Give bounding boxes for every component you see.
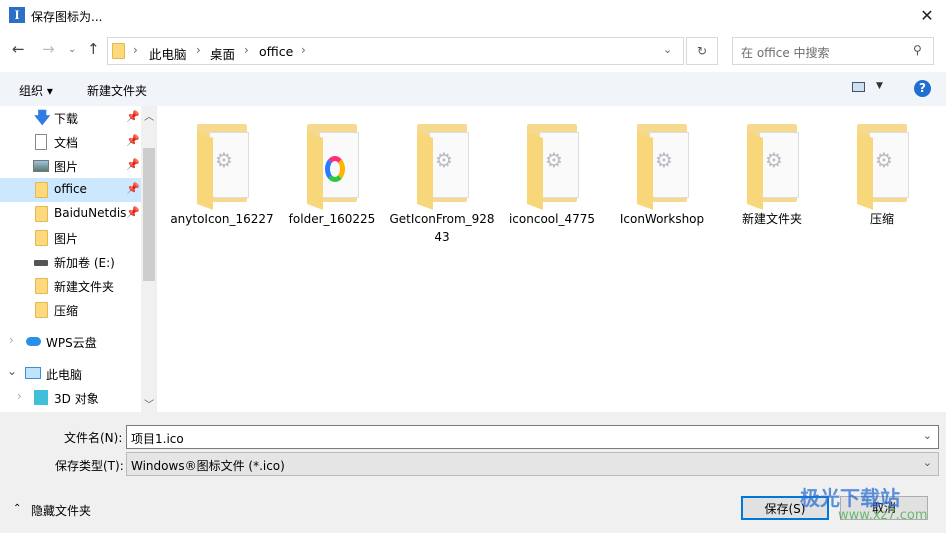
scroll-up-icon[interactable]: ︿: [144, 108, 154, 123]
pin-icon: 📌: [126, 206, 140, 219]
recent-dropdown-button[interactable]: ⌄: [68, 44, 76, 55]
nav-item-baidunetdisk[interactable]: BaiduNetdisk 📌: [0, 202, 141, 226]
search-input[interactable]: 在 office 中搜索 ⚲: [732, 37, 934, 65]
up-button[interactable]: ↑: [87, 40, 100, 58]
folder-icon: [35, 278, 48, 294]
address-dropdown-icon[interactable]: ⌄: [663, 43, 672, 56]
gear-icon: ⚙: [215, 148, 233, 172]
filename-input[interactable]: 项目1.ico ⌄: [126, 425, 939, 449]
breadcrumb-office[interactable]: office: [259, 44, 293, 59]
folder-icon: ⚙: [417, 122, 469, 210]
view-icon[interactable]: [852, 82, 865, 92]
chevron-down-icon[interactable]: ⌄: [923, 456, 932, 469]
expand-icon[interactable]: ›: [9, 333, 14, 347]
nav-item-drive-e[interactable]: 新加卷 (E:): [0, 250, 141, 274]
color-ring-icon: [325, 156, 345, 182]
nav-item-3d-objects[interactable]: › 3D 对象: [0, 386, 141, 410]
nav-item-pictures-folder[interactable]: 图片: [0, 226, 141, 250]
folder-name: folder_160225: [288, 212, 376, 226]
folder-icon: ⚙: [857, 122, 909, 210]
gear-icon: ⚙: [765, 148, 783, 172]
chevron-up-icon[interactable]: ⌃: [13, 503, 21, 514]
app-icon: I: [9, 7, 25, 23]
folder-name: 压缩: [869, 212, 894, 226]
pin-icon: 📌: [126, 182, 140, 195]
computer-icon: [25, 367, 41, 379]
folder-icon: ⚙: [527, 122, 579, 210]
folder-icon: ⚙: [197, 122, 249, 210]
folder-icon: ⚙: [637, 122, 689, 210]
filename-label: 文件名(N):: [64, 431, 123, 445]
drive-icon: [34, 260, 48, 266]
filetype-label: 保存类型(T):: [55, 459, 124, 473]
forward-button[interactable]: →: [42, 40, 55, 58]
pin-icon: 📌: [126, 158, 140, 171]
navigation-pane: 🡇 下载 📌 文档 📌 图片 📌 office 📌 BaiduNetdisk 📌 图片 新加…: [0, 106, 157, 412]
refresh-button[interactable]: ↻: [686, 37, 718, 65]
help-button[interactable]: ?: [914, 80, 931, 97]
folder-icon: [35, 230, 48, 246]
nav-item-new-folder[interactable]: 新建文件夹: [0, 274, 141, 298]
chevron-down-icon[interactable]: ⌄: [923, 429, 932, 442]
organize-menu[interactable]: 组织 ▾: [19, 82, 53, 99]
view-dropdown-icon[interactable]: ▼: [876, 81, 883, 91]
watermark-url: www.xz7.com: [838, 508, 928, 523]
folder-icon: [307, 122, 359, 210]
scrollbar-thumb[interactable]: [143, 148, 155, 281]
file-list: ⚙ anytoIcon_16227 folder_160225 ⚙ GetIconFro…: [157, 106, 946, 412]
nav-item-this-pc[interactable]: ⌄ 此电脑: [0, 362, 141, 386]
breadcrumb-desktop[interactable]: 桌面: [210, 44, 235, 63]
folder-name: IconWorkshop: [619, 212, 705, 226]
nav-item-office[interactable]: office 📌: [0, 178, 141, 202]
search-icon: ⚲: [913, 43, 922, 57]
folder-icon: [35, 206, 48, 222]
pictures-icon: [33, 160, 49, 172]
folder-icon: [35, 302, 48, 318]
nav-item-downloads[interactable]: 🡇 下载 📌: [0, 106, 141, 130]
cube-icon: [34, 390, 48, 405]
new-folder-button[interactable]: 新建文件夹: [87, 82, 147, 99]
folder-name: anytoIcon_16227: [170, 212, 274, 226]
expand-icon[interactable]: ›: [17, 389, 22, 403]
hide-folders-button[interactable]: 隐藏文件夹: [31, 502, 91, 519]
scroll-down-icon[interactable]: ﹀: [144, 396, 154, 411]
breadcrumb-this-pc[interactable]: 此电脑: [149, 44, 187, 63]
folder-name: iconcool_4775: [508, 212, 596, 226]
pin-icon: 📌: [126, 110, 140, 123]
gear-icon: ⚙: [435, 148, 453, 172]
title-bar: I 保存图标为... ✕: [0, 0, 946, 32]
gear-icon: ⚙: [545, 148, 563, 172]
folder-name: 新建文件夹: [741, 212, 802, 226]
filetype-select[interactable]: Windows®图标文件 (*.ico) ⌄: [126, 452, 939, 476]
gear-icon: ⚙: [875, 148, 893, 172]
window-title: 保存图标为...: [31, 10, 103, 24]
nav-item-compress[interactable]: 压缩: [0, 298, 141, 322]
pin-icon: 📌: [126, 134, 140, 147]
back-button[interactable]: ←: [12, 40, 25, 58]
document-icon: [35, 134, 47, 150]
collapse-icon[interactable]: ⌄: [7, 364, 17, 378]
address-bar[interactable]: › 此电脑 › 桌面 › office › ⌄: [107, 37, 684, 65]
gear-icon: ⚙: [655, 148, 673, 172]
nav-item-documents[interactable]: 文档 📌: [0, 130, 141, 154]
toolbar: 组织 ▾ 新建文件夹 ▼ ?: [0, 72, 946, 106]
close-button[interactable]: ✕: [912, 4, 942, 28]
nav-item-wps-cloud[interactable]: › WPS云盘: [0, 330, 141, 354]
watermark-logo: 极光下载站: [800, 486, 900, 510]
folder-icon: [112, 43, 125, 59]
folder-icon: ⚙: [747, 122, 799, 210]
nav-item-pictures[interactable]: 图片 📌: [0, 154, 141, 178]
cloud-icon: [26, 337, 41, 346]
folder-name: GetIconFrom_92843: [389, 212, 495, 244]
folder-icon: [35, 182, 48, 198]
